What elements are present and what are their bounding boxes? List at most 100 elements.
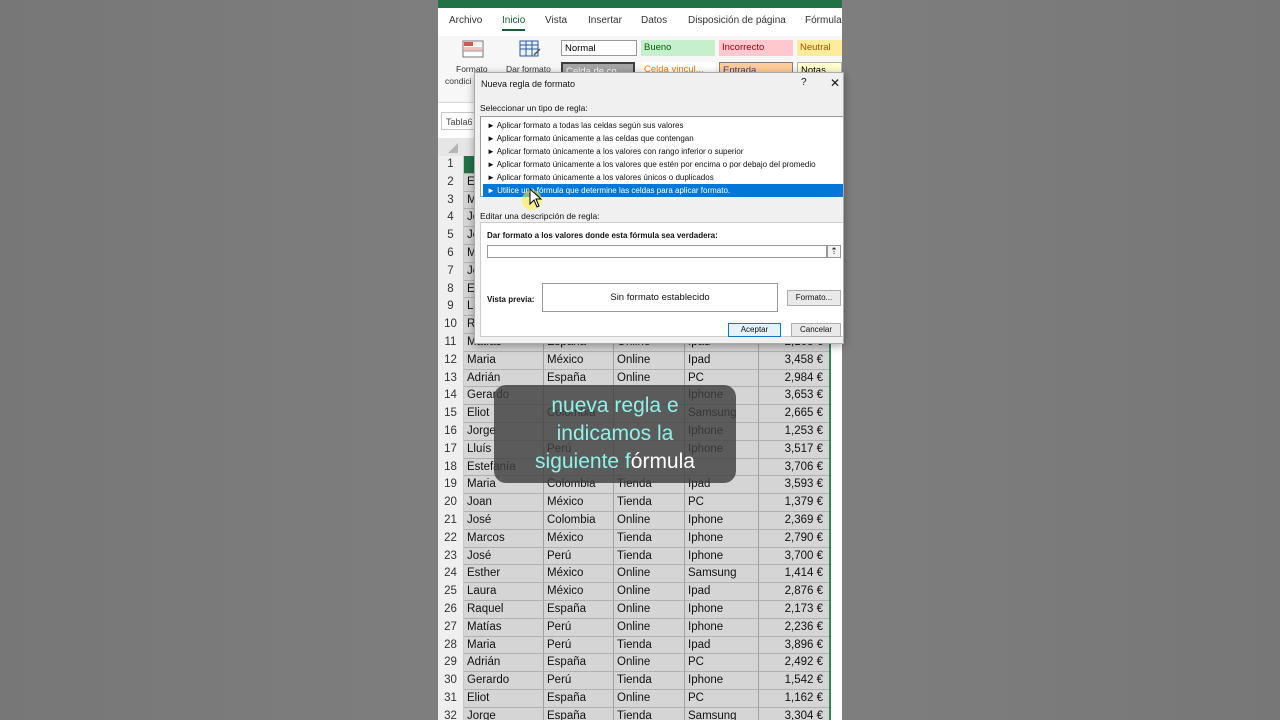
- cell-nombre[interactable]: Laura: [464, 583, 544, 601]
- cell-producto[interactable]: Samsung: [685, 707, 759, 720]
- cell-nombre[interactable]: Joan: [464, 494, 544, 512]
- cell-pais[interactable]: Colombia: [544, 512, 614, 530]
- row-number[interactable]: 27: [438, 618, 464, 637]
- row-number[interactable]: 24: [438, 565, 464, 584]
- cell-valor[interactable]: 2,665 €: [759, 405, 830, 423]
- cell-nombre[interactable]: Maria: [464, 351, 544, 370]
- collapse-dialog-button[interactable]: ⇡: [827, 245, 841, 258]
- cell-producto[interactable]: Iphone: [685, 618, 759, 637]
- row-number[interactable]: 3: [438, 191, 464, 210]
- cell-valor[interactable]: 2,984 €: [759, 369, 830, 388]
- cell-producto[interactable]: Ipad: [685, 351, 759, 370]
- row-number[interactable]: 28: [438, 636, 464, 655]
- cell-canal[interactable]: Online: [614, 618, 685, 637]
- row-number[interactable]: 25: [438, 583, 464, 601]
- cell-producto[interactable]: PC: [685, 690, 759, 708]
- formula-input[interactable]: [487, 245, 827, 258]
- cell-pais[interactable]: México: [544, 494, 614, 512]
- cell-nombre[interactable]: Esther: [464, 565, 544, 584]
- cell-canal[interactable]: Online: [614, 601, 685, 619]
- row-number[interactable]: 16: [438, 423, 464, 441]
- cell-canal[interactable]: Tienda: [614, 547, 685, 566]
- cell-canal[interactable]: Online: [614, 654, 685, 673]
- style-normal[interactable]: Normal: [561, 40, 637, 56]
- tab-insertar[interactable]: Insertar: [588, 15, 622, 26]
- select-all-icon[interactable]: [448, 143, 458, 153]
- cell-pais[interactable]: España: [544, 707, 614, 720]
- cell-producto[interactable]: Iphone: [685, 672, 759, 690]
- cell-valor[interactable]: 3,593 €: [759, 476, 830, 495]
- tab-datos[interactable]: Datos: [641, 15, 667, 26]
- rule-type-item[interactable]: ► Aplicar formato únicamente a las celda…: [483, 132, 843, 145]
- row-number[interactable]: 31: [438, 690, 464, 708]
- row-number[interactable]: 13: [438, 369, 464, 388]
- cell-producto[interactable]: Samsung: [685, 565, 759, 584]
- row-number[interactable]: 23: [438, 547, 464, 566]
- cell-valor[interactable]: 2,369 €: [759, 512, 830, 530]
- cell-canal[interactable]: Online: [614, 565, 685, 584]
- cell-pais[interactable]: México: [544, 529, 614, 548]
- cell-canal[interactable]: Tienda: [614, 529, 685, 548]
- row-number[interactable]: 11: [438, 334, 464, 352]
- cell-valor[interactable]: 2,492 €: [759, 654, 830, 673]
- cell-valor[interactable]: 1,379 €: [759, 494, 830, 512]
- cell-valor[interactable]: 1,162 €: [759, 690, 830, 708]
- tab-formulas[interactable]: Fórmula: [805, 15, 842, 26]
- cell-nombre[interactable]: Jorge: [464, 707, 544, 720]
- cell-canal[interactable]: Online: [614, 690, 685, 708]
- style-incorrecto[interactable]: Incorrecto: [719, 40, 793, 56]
- format-button[interactable]: Formato...: [787, 290, 841, 306]
- row-number[interactable]: 19: [438, 476, 464, 495]
- rule-type-item[interactable]: ► Aplicar formato únicamente a los valor…: [483, 171, 843, 184]
- cell-canal[interactable]: Tienda: [614, 672, 685, 690]
- cell-producto[interactable]: Ipad: [685, 636, 759, 655]
- rule-type-item[interactable]: ► Aplicar formato únicamente a los valor…: [483, 145, 843, 158]
- cell-pais[interactable]: Perú: [544, 672, 614, 690]
- style-neutral[interactable]: Neutral: [797, 40, 842, 56]
- cell-nombre[interactable]: Gerardo: [464, 672, 544, 690]
- cell-nombre[interactable]: Adrián: [464, 654, 544, 673]
- cell-canal[interactable]: Tienda: [614, 494, 685, 512]
- rule-type-item[interactable]: ► Aplicar formato únicamente a los valor…: [483, 158, 843, 171]
- cell-nombre[interactable]: Raquel: [464, 601, 544, 619]
- cell-valor[interactable]: 3,700 €: [759, 547, 830, 566]
- cell-canal[interactable]: Online: [614, 583, 685, 601]
- row-number[interactable]: 8: [438, 280, 464, 299]
- cell-producto[interactable]: Iphone: [685, 547, 759, 566]
- help-icon[interactable]: ?: [801, 77, 807, 88]
- rule-type-list[interactable]: ► Aplicar formato a todas las celdas seg…: [480, 116, 843, 197]
- row-number[interactable]: 20: [438, 494, 464, 512]
- cell-producto[interactable]: PC: [685, 654, 759, 673]
- row-number[interactable]: 15: [438, 405, 464, 423]
- row-number[interactable]: 6: [438, 245, 464, 263]
- cell-canal[interactable]: Tienda: [614, 707, 685, 720]
- row-number[interactable]: 9: [438, 298, 464, 317]
- cell-pais[interactable]: Perú: [544, 547, 614, 566]
- cell-producto[interactable]: Iphone: [685, 601, 759, 619]
- row-number[interactable]: 12: [438, 351, 464, 370]
- style-bueno[interactable]: Bueno: [641, 40, 715, 56]
- cell-canal[interactable]: Online: [614, 351, 685, 370]
- cell-nombre[interactable]: Matías: [464, 618, 544, 637]
- cell-valor[interactable]: 3,458 €: [759, 351, 830, 370]
- cell-valor[interactable]: 3,517 €: [759, 440, 830, 459]
- row-number[interactable]: 5: [438, 227, 464, 245]
- cell-nombre[interactable]: Maria: [464, 636, 544, 655]
- cell-pais[interactable]: España: [544, 690, 614, 708]
- cell-valor[interactable]: 1,542 €: [759, 672, 830, 690]
- cell-valor[interactable]: 1,253 €: [759, 423, 830, 441]
- row-number[interactable]: 29: [438, 654, 464, 673]
- row-number[interactable]: 2: [438, 173, 464, 192]
- cell-valor[interactable]: 1,414 €: [759, 565, 830, 584]
- cell-nombre[interactable]: Eliot: [464, 690, 544, 708]
- accept-button[interactable]: Aceptar: [728, 323, 781, 337]
- cell-valor[interactable]: 2,876 €: [759, 583, 830, 601]
- tab-inicio[interactable]: Inicio: [502, 15, 526, 31]
- cell-valor[interactable]: 2,236 €: [759, 618, 830, 637]
- cell-pais[interactable]: Perú: [544, 636, 614, 655]
- close-icon[interactable]: ✕: [830, 76, 840, 90]
- rule-type-item[interactable]: ► Aplicar formato a todas las celdas seg…: [483, 119, 843, 132]
- row-number[interactable]: 30: [438, 672, 464, 690]
- cell-canal[interactable]: Online: [614, 512, 685, 530]
- row-number[interactable]: 26: [438, 601, 464, 619]
